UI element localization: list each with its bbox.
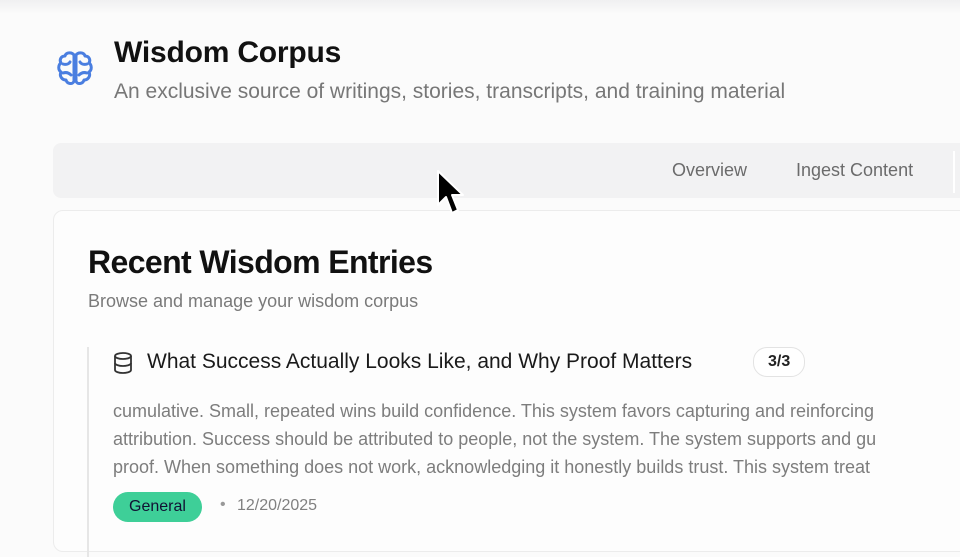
app-title: Wisdom Corpus <box>114 36 342 69</box>
panel-title: Recent Wisdom Entries <box>88 244 433 280</box>
tab-divider <box>953 151 955 193</box>
list-item[interactable]: What Success Actually Looks Like, and Wh… <box>87 347 960 557</box>
app-subtitle: An exclusive source of writings, stories… <box>114 80 786 103</box>
mouse-pointer-icon <box>436 169 464 215</box>
excerpt-line: attribution. Success should be attribute… <box>113 429 877 449</box>
entry-date: 12/20/2025 <box>237 497 318 514</box>
panel-description: Browse and manage your wisdom corpus <box>88 291 419 311</box>
recent-entries-panel: Recent Wisdom Entries Browse and manage … <box>53 210 960 557</box>
entry-title[interactable]: What Success Actually Looks Like, and Wh… <box>147 350 692 374</box>
window-top-edge <box>0 0 960 14</box>
app-header: Wisdom Corpus An exclusive source of wri… <box>54 36 934 106</box>
brain-icon <box>54 48 96 90</box>
database-icon <box>112 351 134 375</box>
tab-ingest-content[interactable]: Ingest Content <box>796 160 913 181</box>
tab-bar: Overview Ingest Content <box>53 143 960 198</box>
entry-excerpt: cumulative. Small, repeated wins build c… <box>113 397 960 481</box>
excerpt-line: cumulative. Small, repeated wins build c… <box>113 401 875 421</box>
excerpt-line: proof. When something does not work, ack… <box>113 457 871 477</box>
tab-overview[interactable]: Overview <box>672 160 747 181</box>
category-badge: General <box>113 492 202 522</box>
meta-separator: • <box>220 496 226 513</box>
count-badge: 3/3 <box>753 347 806 377</box>
